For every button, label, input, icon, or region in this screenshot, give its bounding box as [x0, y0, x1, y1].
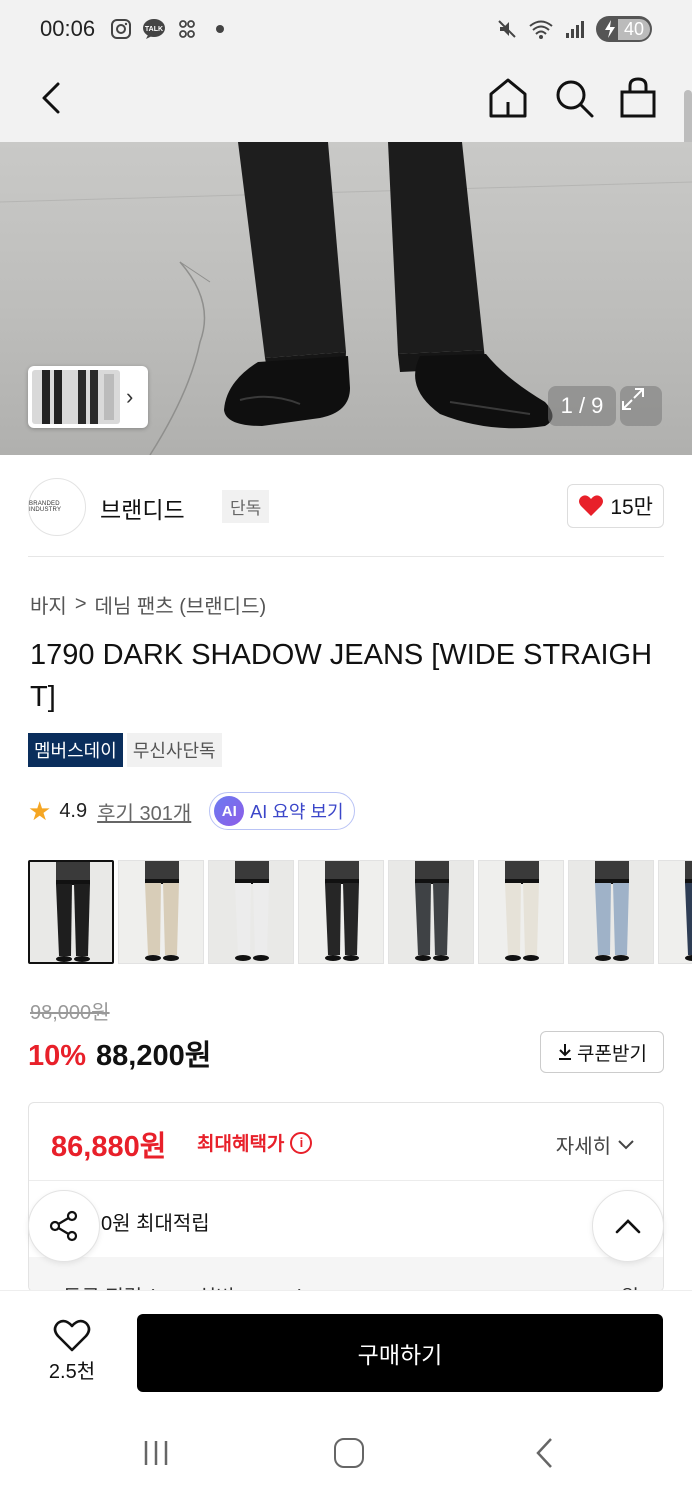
- home-icon[interactable]: [484, 74, 532, 122]
- top-navigation: [0, 62, 692, 142]
- brand-logo[interactable]: BRANDED INDUSTRY: [28, 478, 86, 536]
- app-grid-icon: [179, 20, 195, 38]
- color-option-beige[interactable]: [118, 860, 204, 964]
- color-option-black-2[interactable]: [298, 860, 384, 964]
- points-detail-row: 등급 적립 (LV.5 실버 · 1.5%) 1,320원: [29, 1257, 663, 1291]
- brand-name[interactable]: 브랜디드: [100, 491, 185, 525]
- brand-exclusive-tag: 단독: [222, 490, 270, 523]
- review-count-link[interactable]: 후기 301개: [97, 797, 191, 826]
- back-arrow-icon[interactable]: [30, 76, 74, 120]
- info-icon[interactable]: i: [290, 1131, 313, 1154]
- search-icon[interactable]: [550, 74, 598, 122]
- battery-level: 40: [617, 18, 650, 40]
- star-icon: ★: [28, 795, 52, 826]
- brand-like-count: 15만: [610, 496, 653, 519]
- color-option-white[interactable]: [208, 860, 294, 964]
- original-price: 98,000원: [30, 1002, 110, 1024]
- coupon-label: 쿠폰받기: [577, 1043, 647, 1065]
- kakaotalk-icon: TALK: [143, 19, 165, 39]
- recent-apps-icon[interactable]: [140, 1438, 172, 1468]
- breadcrumb-category[interactable]: 바지: [30, 590, 67, 619]
- coupon-button[interactable]: 쿠폰받기: [540, 1031, 664, 1073]
- bottom-purchase-bar: 2.5천 구매하기: [0, 1290, 692, 1410]
- price-row: 10% 88,200원: [28, 1032, 211, 1074]
- talk-label: TALK: [145, 26, 163, 33]
- signal-icon: [565, 21, 584, 38]
- system-navigation-bar: [0, 1410, 692, 1500]
- wishlist-button[interactable]: 2.5천: [30, 1319, 114, 1384]
- detail-toggle[interactable]: 자세히: [556, 1130, 635, 1159]
- members-day-badge: 멤버스데이: [28, 733, 123, 767]
- rating-row: ★ 4.9 후기 301개 AI AI 요약 보기: [28, 792, 355, 830]
- status-system-icons: 40: [496, 16, 652, 42]
- divider: [28, 556, 664, 557]
- rating-score: 4.9: [59, 799, 88, 822]
- brand-like-button[interactable]: 15만: [567, 484, 664, 528]
- image-counter: 1 / 9: [548, 386, 616, 426]
- product-title: 1790 DARK SHADOW JEANS [WIDE STRAIGHT]: [30, 639, 653, 713]
- color-option-black[interactable]: [28, 860, 114, 964]
- sale-price: 88,200원: [96, 1040, 212, 1072]
- image-gallery-preview[interactable]: ›: [28, 366, 148, 428]
- ai-summary-label: AI 요약 보기: [250, 802, 344, 822]
- brand-row: BRANDED INDUSTRY 브랜디드 단독 15만: [28, 476, 664, 538]
- color-option-navy[interactable]: [658, 860, 692, 964]
- expand-icon[interactable]: [620, 386, 662, 426]
- product-badges: 멤버스데이 무신사단독: [28, 733, 222, 767]
- max-benefit-price: 86,880원: [51, 1131, 167, 1163]
- breadcrumb: 바지 > 데님 팬츠 (브랜디드): [30, 590, 266, 619]
- mute-icon: [498, 20, 516, 38]
- heart-filled-icon: [579, 495, 604, 516]
- battery-indicator: 40: [595, 16, 652, 42]
- chevron-right-icon: ›: [126, 384, 134, 409]
- product-image-carousel[interactable]: › 1 / 9: [0, 142, 692, 455]
- status-bar: 00:06 TALK 40: [0, 0, 692, 62]
- shopping-bag-icon[interactable]: [614, 74, 662, 122]
- status-notification-icons: TALK: [110, 18, 224, 40]
- instagram-icon: [111, 19, 131, 39]
- chevron-down-icon: [618, 1139, 634, 1149]
- color-options: [28, 860, 692, 966]
- breadcrumb-separator: >: [74, 593, 87, 615]
- gallery-thumbnail: [32, 370, 120, 424]
- chevron-up-icon: [615, 1219, 641, 1234]
- charging-icon: [604, 20, 615, 38]
- max-benefit-label: 최대혜택가 i: [197, 1129, 313, 1156]
- system-back-icon[interactable]: [530, 1436, 560, 1470]
- buy-button[interactable]: 구매하기: [137, 1314, 663, 1392]
- scroll-to-top-button[interactable]: [592, 1190, 664, 1262]
- share-button[interactable]: [28, 1190, 100, 1262]
- exclusive-badge: 무신사단독: [126, 733, 222, 767]
- max-benefit-header[interactable]: 86,880원 최대혜택가 i 자세히: [29, 1103, 663, 1181]
- share-icon: [49, 1210, 78, 1242]
- wifi-icon: [529, 20, 553, 39]
- status-time: 00:06: [40, 16, 96, 41]
- max-points: 0원 최대적립: [101, 1213, 210, 1235]
- color-option-ecru[interactable]: [478, 860, 564, 964]
- more-notifications-dot: [216, 25, 224, 33]
- discount-rate: 10%: [28, 1040, 87, 1072]
- heart-outline-icon: [53, 1319, 91, 1352]
- ai-icon: AI: [214, 796, 245, 826]
- breadcrumb-subcategory[interactable]: 데님 팬츠 (브랜디드): [95, 590, 267, 619]
- color-option-light-blue[interactable]: [568, 860, 654, 964]
- wishlist-count: 2.5천: [48, 1361, 96, 1383]
- download-icon: [559, 1044, 572, 1060]
- color-option-grey-black[interactable]: [388, 860, 474, 964]
- max-benefit-box: 86,880원 최대혜택가 i 자세히 0원 최대적립 등급 적립 (LV.5 …: [28, 1102, 664, 1292]
- home-button-icon[interactable]: [334, 1438, 364, 1468]
- ai-summary-button[interactable]: AI AI 요약 보기: [209, 792, 355, 830]
